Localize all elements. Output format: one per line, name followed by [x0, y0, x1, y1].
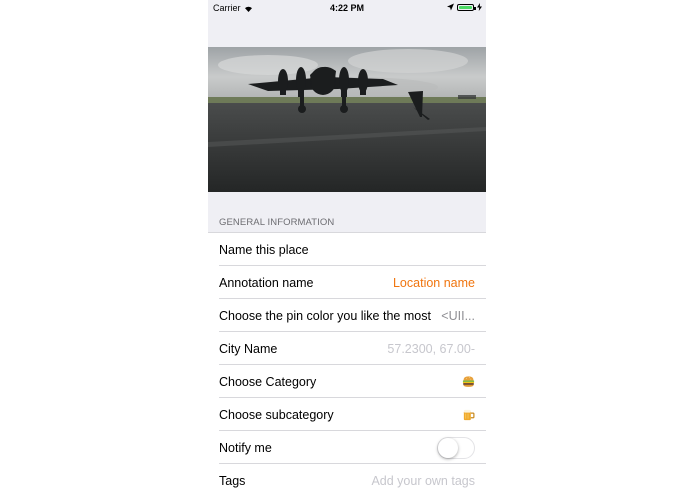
- battery-level: [459, 5, 472, 9]
- row-label: Notify me: [219, 440, 272, 455]
- row-label: Name this place: [219, 242, 309, 257]
- location-arrow-icon: [447, 3, 454, 11]
- tags-placeholder[interactable]: Add your own tags: [371, 474, 475, 488]
- section-header-general-information: GENERAL INFORMATION: [219, 217, 335, 228]
- status-right-indicators: [447, 3, 482, 11]
- burger-icon: [462, 376, 475, 387]
- charging-bolt-icon: [477, 3, 482, 11]
- pin-color-value: <UII...: [441, 308, 475, 323]
- row-notify-me: Notify me: [208, 431, 486, 464]
- row-label: Choose Category: [219, 374, 317, 389]
- place-photo[interactable]: [208, 47, 486, 192]
- row-name-this-place[interactable]: Name this place: [208, 233, 486, 266]
- row-choose-subcategory[interactable]: Choose subcategory: [208, 398, 486, 431]
- row-label: Choose the pin color you like the most: [219, 308, 431, 323]
- toggle-knob: [438, 437, 458, 458]
- row-annotation-name[interactable]: Annotation name Location name: [208, 266, 486, 299]
- row-label: Tags: [219, 473, 246, 488]
- row-tags[interactable]: Tags Add your own tags: [208, 464, 486, 494]
- status-time: 4:22 PM: [329, 3, 364, 13]
- row-label: Choose subcategory: [219, 407, 334, 422]
- general-information-table: Name this place Annotation name Location…: [208, 232, 486, 494]
- notify-me-toggle[interactable]: [437, 436, 475, 459]
- annotation-name-value: Location name: [392, 275, 475, 290]
- battery-icon: [457, 3, 476, 11]
- beer-mug-icon: [463, 409, 475, 421]
- photo-image: [208, 47, 486, 192]
- row-city-name[interactable]: City Name 57.2300, 67.00-: [208, 332, 486, 365]
- row-label: City Name: [219, 341, 278, 356]
- row-choose-category[interactable]: Choose Category: [208, 365, 486, 398]
- row-label: Annotation name: [219, 275, 314, 290]
- city-name-value: 57.2300, 67.00-: [387, 341, 475, 356]
- phone-screen: Carrier 4:22 PM GENERAL INFORMATION Name…: [208, 0, 486, 494]
- row-pin-color[interactable]: Choose the pin color you like the most <…: [208, 299, 486, 332]
- status-bar: Carrier 4:22 PM: [208, 0, 486, 16]
